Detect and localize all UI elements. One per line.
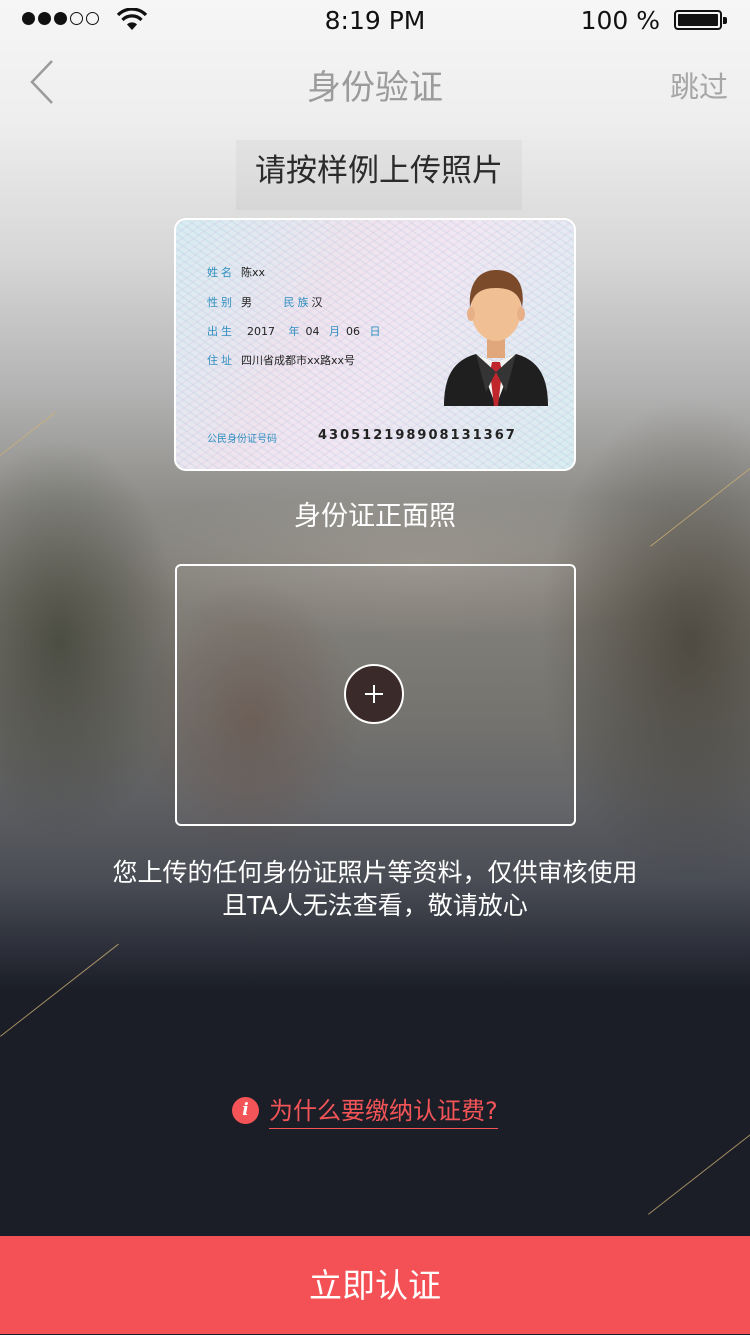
id-card-number-label-row: 公民身份证号码 [207,430,277,445]
battery-icon [674,10,727,30]
id-card-label: 姓名 [207,266,235,279]
id-card-gender-row: 性别男 民族汉 [207,294,323,310]
certification-fee-link[interactable]: i 为什么要缴纳认证费? [232,1091,498,1129]
id-card-value: 2017 [247,325,275,338]
avatar-portrait-icon [444,270,548,406]
id-card-value: 04 [305,325,320,338]
battery-percentage: 100 % [580,6,660,35]
id-card-value: 陈xx [241,266,266,279]
id-card-address-row: 住址 四川省成都市xx路xx号 [207,352,355,368]
upload-photo-area[interactable] [175,564,576,826]
id-card-label: 年 [288,325,300,338]
id-card-name-row: 姓名 陈xx [207,264,265,280]
page-title: 身份验证 [307,68,443,108]
info-icon: i [232,1096,259,1124]
id-card-value: 06 [346,325,360,338]
id-card-birth-row: 出生 2017 年 04 月 06 日 [207,323,381,339]
id-card-value: 汉 [311,296,323,309]
id-card-label: 住址 [207,354,235,367]
id-card-label: 公民身份证号码 [207,434,277,445]
id-front-caption: 身份证正面照 [294,501,456,532]
certification-fee-link-text[interactable]: 为什么要缴纳认证费? [269,1091,498,1129]
id-card-value: 男 [241,296,252,309]
privacy-notice-line: 且TA人无法查看，敬请放心 [222,891,528,920]
verify-now-button[interactable]: 立即认证 [0,1236,750,1334]
id-card-label: 月 [329,325,340,338]
id-card-label: 性别 [207,296,235,309]
id-card-value: 四川省成都市xx路xx号 [241,354,356,367]
id-card-label: 出生 [207,325,235,338]
privacy-notice-line: 您上传的任何身份证照片等资料，仅供审核使用 [112,858,638,887]
skip-button[interactable]: 跳过 [670,64,728,106]
status-bar: 8:19 PM 100 % [0,0,750,40]
privacy-notice: 您上传的任何身份证照片等资料，仅供审核使用 且TA人无法查看，敬请放心 [0,856,750,922]
sample-id-card: 姓名 陈xx 性别男 民族汉 出生 2017 年 04 月 06 日 住址 四川省成都市x… [174,218,576,471]
sample-instruction: 请按样例上传照片 [236,140,522,210]
add-photo-plus-icon[interactable] [344,664,404,724]
id-card-label: 日 [369,325,381,338]
id-card-label: 民族 [283,296,312,309]
id-card-number: 430512198908131367 [318,428,517,443]
